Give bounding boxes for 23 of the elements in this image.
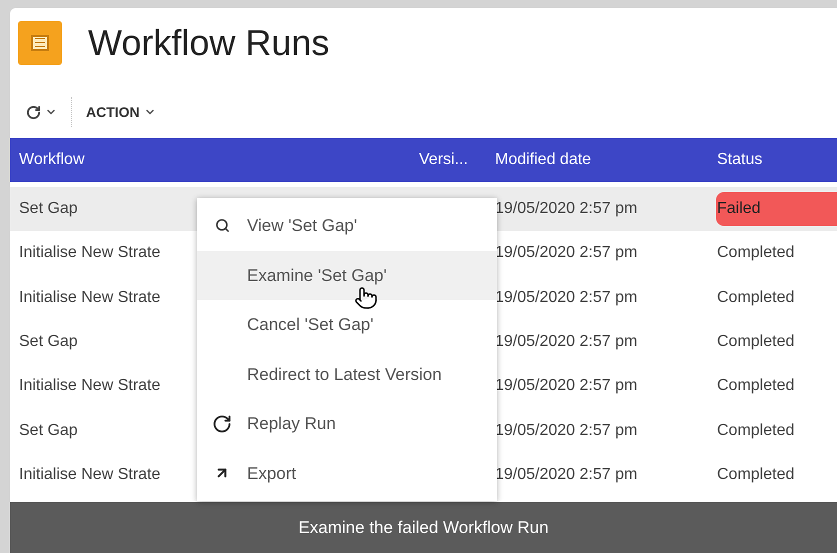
table-cell: Initialise New Strate — [19, 377, 160, 394]
table-cell-text: 19/05/2020 2:57 pm — [495, 243, 638, 264]
table-cell-text: Completed — [717, 376, 796, 396]
table-cell: Set Gap — [19, 333, 78, 350]
status-badge: Failed — [716, 192, 837, 226]
table-cell: Set Gap — [19, 200, 78, 218]
table-cell-text: 19/05/2020 2:57 pm — [495, 288, 638, 308]
table-cell-text: 19/05/2020 2:57 pm — [495, 332, 638, 352]
caption-bar: Examine the failed Workflow Run — [10, 502, 837, 553]
table-cell-text: Completed — [717, 464, 796, 485]
page-title: Workflow Runs — [88, 24, 330, 60]
table-cell-text: 19/05/2020 2:57 pm — [495, 464, 638, 485]
table-cell-text: Completed — [717, 288, 796, 308]
table-cell-text: Completed — [717, 332, 796, 352]
table-cell-text: 19/05/2020 2:57 pm — [495, 199, 638, 220]
table-cell: Initialise New Strate — [19, 244, 160, 262]
table-cell-text: 19/05/2020 2:57 pm — [495, 376, 638, 396]
table-cell: Set Gap — [19, 422, 78, 439]
table-cell: Initialise New Strate — [19, 466, 160, 483]
table-cell-text: Completed — [717, 420, 796, 441]
table-cell-text: 19/05/2020 2:57 pm — [495, 420, 638, 441]
table-cell-text: Completed — [717, 243, 796, 264]
table-cell: Initialise New Strate — [19, 288, 160, 306]
